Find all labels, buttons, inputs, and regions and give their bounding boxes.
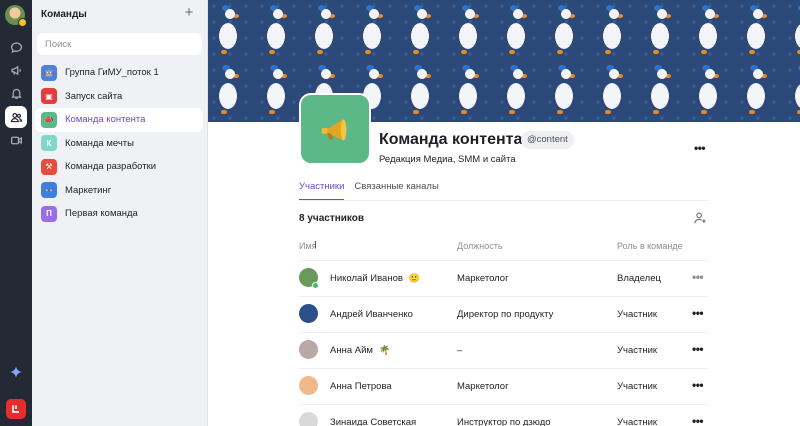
member-position: Маркетолог <box>457 381 509 392</box>
team-list: 🤖 Группа ГиМУ_поток 1 ▣ Запуск сайта 📣 Команд… <box>35 61 203 226</box>
users-icon[interactable] <box>5 106 27 128</box>
table-row[interactable]: Зинаида Советская Инструктор по дзюдо Учас… <box>299 404 708 426</box>
sparkle-icon[interactable] <box>8 365 24 381</box>
column-header-position[interactable]: Должность <box>457 241 503 251</box>
chat-icon[interactable] <box>5 36 27 58</box>
team-tabs: Участники Связанные каналы <box>299 181 449 201</box>
sidebar-item-team[interactable]: 👓 Маркетинг <box>35 179 203 203</box>
sidebar-item-team[interactable]: 📣 Команда контента <box>35 108 203 132</box>
avatar <box>299 412 318 426</box>
app-logo-icon[interactable] <box>6 399 26 419</box>
member-name-cell: Анна Айм 🌴 <box>330 345 390 356</box>
row-more-icon[interactable]: ••• <box>692 415 704 426</box>
table-row[interactable]: Андрей Иванченко Директор по продукту Учас… <box>299 296 708 332</box>
team-icon: 📣 <box>41 111 57 128</box>
member-name: Николай Иванов <box>330 273 403 284</box>
column-header-role[interactable]: Роль в команде <box>617 241 683 251</box>
member-name-cell: Николай Иванов 🙂 <box>330 273 420 284</box>
team-icon: К <box>41 135 57 152</box>
row-more-icon[interactable]: ••• <box>692 343 704 355</box>
tab-linked-channels[interactable]: Связанные каналы <box>354 181 438 201</box>
avatar <box>299 304 318 323</box>
sidebar-item-label: Команда мечты <box>65 137 134 149</box>
row-more-icon[interactable]: ••• <box>692 379 704 391</box>
sidebar-item-team[interactable]: ⚒ Команда разработки <box>35 155 203 179</box>
member-position: Инструктор по дзюдо <box>457 417 551 426</box>
table-row[interactable]: Николай Иванов 🙂 Маркетолог Владелец ••• <box>299 260 708 296</box>
sidebar-item-label: Маркетинг <box>65 184 112 196</box>
sidebar-item-label: Команда контента <box>65 114 146 126</box>
team-handle[interactable]: @content <box>521 131 574 149</box>
team-icon: ⚒ <box>41 158 57 175</box>
team-icon: 🤖 <box>41 64 57 81</box>
sidebar-item-team[interactable]: ▣ Запуск сайта <box>35 85 203 109</box>
team-icon: 👓 <box>41 182 57 199</box>
team-banner <box>208 0 800 122</box>
team-description: Редакция Медиа, SMM и сайта <box>379 154 516 165</box>
member-name: Зинаида Советская <box>330 417 417 426</box>
member-name: Анна Петрова <box>330 381 392 392</box>
member-name-cell: Андрей Иванченко <box>330 309 413 320</box>
row-more-icon[interactable]: ••• <box>692 271 704 283</box>
teams-sidebar: Команды + 🤖 Группа ГиМУ_поток 1 ▣ Запуск са… <box>32 0 208 426</box>
row-more-icon[interactable]: ••• <box>692 307 704 319</box>
member-role: Участник <box>617 417 658 426</box>
member-name: Анна Айм <box>330 345 373 356</box>
avatar <box>299 340 318 359</box>
member-position: – <box>457 345 463 356</box>
megaphone-icon <box>321 119 347 141</box>
search-input[interactable] <box>37 33 202 55</box>
add-team-icon[interactable]: + <box>182 5 196 20</box>
team-name: Команда контента <box>379 131 523 148</box>
sidebar-item-label: Первая команда <box>65 208 138 220</box>
bell-icon[interactable] <box>5 82 27 104</box>
sidebar-item-team[interactable]: П Первая команда <box>35 202 203 226</box>
status-emoji-icon: 🌴 <box>378 345 391 355</box>
sidebar-item-label: Команда разработки <box>65 161 157 173</box>
members-count: 8 участников <box>299 213 365 224</box>
text-cursor-icon: I <box>314 240 317 251</box>
sidebar-title: Команды <box>41 9 87 20</box>
status-emoji-icon: 🙂 <box>408 273 421 283</box>
member-role: Участник <box>617 381 658 392</box>
status-badge <box>18 18 27 27</box>
online-indicator <box>312 282 319 289</box>
member-role: Участник <box>617 309 658 320</box>
video-icon[interactable] <box>5 129 27 151</box>
member-position: Маркетолог <box>457 273 509 284</box>
table-row[interactable]: Анна Петрова Маркетолог Участник ••• <box>299 368 708 404</box>
tab-members[interactable]: Участники <box>299 181 345 201</box>
table-row[interactable]: Анна Айм 🌴 – Участник ••• <box>299 332 708 368</box>
team-avatar <box>299 93 371 165</box>
member-role: Участник <box>617 345 658 356</box>
member-position: Директор по продукту <box>457 309 554 320</box>
avatar <box>299 376 318 395</box>
member-name-cell: Зинаида Советская <box>330 417 416 426</box>
app-rail <box>0 0 32 426</box>
sidebar-item-team[interactable]: К Команда мечты <box>35 132 203 156</box>
tabs-divider <box>299 200 709 201</box>
sidebar-item-team[interactable]: 🤖 Группа ГиМУ_поток 1 <box>35 61 203 85</box>
member-name: Андрей Иванченко <box>330 309 413 320</box>
sidebar-item-label: Запуск сайта <box>65 90 123 102</box>
sidebar-item-label: Группа ГиМУ_поток 1 <box>65 67 159 79</box>
profile-avatar[interactable] <box>5 5 27 27</box>
team-icon: ▣ <box>41 88 57 105</box>
megaphone-icon[interactable] <box>5 59 27 81</box>
member-name-cell: Анна Петрова <box>330 381 392 392</box>
team-more-icon[interactable]: ••• <box>694 142 706 154</box>
member-role: Владелец <box>617 273 661 284</box>
add-member-icon[interactable] <box>693 211 707 225</box>
team-icon: П <box>41 205 57 222</box>
team-page: Команда контента @content Редакция Медиа… <box>208 0 800 426</box>
